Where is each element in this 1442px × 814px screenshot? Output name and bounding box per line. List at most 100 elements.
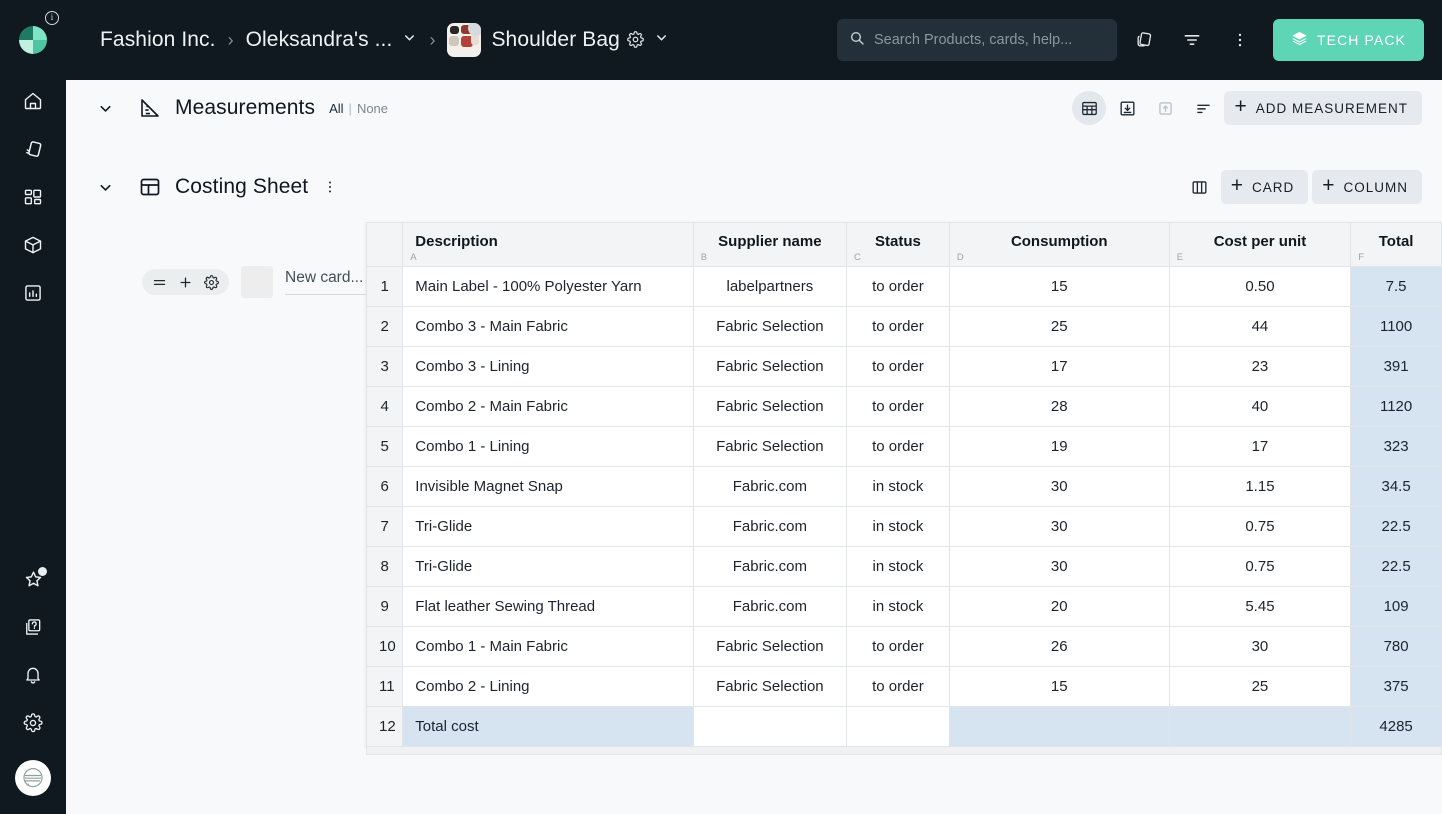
costing-collapse-toggle[interactable]: [88, 170, 122, 204]
cell-supplier[interactable]: Fabric Selection: [692, 666, 848, 707]
cell-supplier[interactable]: Fabric.com: [692, 586, 848, 627]
grid-view-icon[interactable]: [1072, 91, 1107, 125]
cell-supplier[interactable]: Fabric Selection: [692, 306, 848, 347]
cell-supplier[interactable]: Fabric.com: [692, 466, 848, 507]
column-header-total[interactable]: Total F: [1350, 222, 1442, 267]
cell-cost-per-unit[interactable]: 30: [1168, 626, 1352, 667]
cell-consumption[interactable]: 20: [948, 586, 1170, 627]
cell-status[interactable]: to order: [846, 266, 950, 307]
drag-handle-icon[interactable]: [152, 275, 167, 290]
cell-status[interactable]: in stock: [846, 546, 950, 587]
cell-description[interactable]: Total cost: [402, 706, 694, 747]
select-all-link[interactable]: All: [329, 101, 343, 116]
cell-cost-per-unit[interactable]: 23: [1168, 346, 1352, 387]
product-gear-icon[interactable]: [627, 31, 644, 53]
cell-total[interactable]: 109: [1350, 586, 1442, 627]
add-measurement-button[interactable]: + ADD MEASUREMENT: [1224, 91, 1422, 125]
cell-consumption[interactable]: 17: [948, 346, 1170, 387]
cell-total[interactable]: 780: [1350, 626, 1442, 667]
cell-description[interactable]: Flat leather Sewing Thread: [402, 586, 694, 627]
measurements-title[interactable]: Measurements: [175, 96, 315, 120]
cell-total[interactable]: 375: [1350, 666, 1442, 707]
user-avatar[interactable]: [15, 760, 51, 796]
table-row[interactable]: 9 Flat leather Sewing Thread Fabric.com in …: [365, 586, 1442, 627]
sidebar-item-notifications[interactable]: [10, 658, 56, 692]
import-icon[interactable]: [1110, 91, 1144, 125]
column-header-consumption[interactable]: Consumption D: [948, 222, 1170, 267]
product-thumbnail[interactable]: [447, 23, 482, 57]
gear-icon[interactable]: [204, 274, 219, 290]
cell-consumption[interactable]: 28: [948, 386, 1170, 427]
cell-supplier[interactable]: labelpartners: [692, 266, 848, 307]
sidebar-item-reports[interactable]: [10, 276, 56, 310]
table-row[interactable]: 5 Combo 1 - Lining Fabric Selection to orde…: [365, 426, 1442, 467]
cell-cost-per-unit[interactable]: 1.15: [1168, 466, 1352, 507]
table-row[interactable]: 1 Main Label - 100% Polyester Yarn labelpa…: [365, 266, 1442, 307]
cell-total[interactable]: 22.5: [1350, 546, 1442, 587]
sort-icon[interactable]: [1186, 91, 1220, 125]
cell-description[interactable]: Combo 2 - Main Fabric: [402, 386, 694, 427]
cell-total[interactable]: 323: [1350, 426, 1442, 467]
cell-cost-per-unit[interactable]: 0.75: [1168, 546, 1352, 587]
add-card-button[interactable]: + CARD: [1220, 170, 1309, 204]
new-card-image-placeholder[interactable]: [241, 266, 273, 298]
table-row[interactable]: 6 Invisible Magnet Snap Fabric.com in stock…: [365, 466, 1442, 507]
duplicate-icon[interactable]: [1123, 19, 1165, 61]
export-icon[interactable]: [1148, 91, 1182, 125]
new-card-input[interactable]: New card...: [285, 269, 366, 295]
cell-consumption[interactable]: 15: [948, 266, 1170, 307]
cell-description[interactable]: Combo 3 - Lining: [402, 346, 694, 387]
cell-description[interactable]: Tri-Glide: [402, 506, 694, 547]
cell-cost-per-unit[interactable]: 40: [1168, 386, 1352, 427]
cell-cost-per-unit[interactable]: 44: [1168, 306, 1352, 347]
tech-pack-button[interactable]: TECH PACK: [1273, 19, 1424, 61]
table-row[interactable]: 4 Combo 2 - Main Fabric Fabric Selection to…: [365, 386, 1442, 427]
column-header-supplier-name[interactable]: Supplier name B: [692, 222, 848, 267]
breadcrumb-item-product[interactable]: Shoulder Bag: [491, 28, 619, 52]
cell-cost-per-unit[interactable]: [1168, 706, 1352, 747]
cell-consumption[interactable]: 30: [948, 546, 1170, 587]
cell-cost-per-unit[interactable]: 0.75: [1168, 506, 1352, 547]
cell-consumption[interactable]: 26: [948, 626, 1170, 667]
measurements-collapse-toggle[interactable]: [88, 91, 122, 125]
product-chevron-down-icon[interactable]: [654, 30, 669, 50]
cell-consumption[interactable]: 25: [948, 306, 1170, 347]
more-vertical-icon[interactable]: [1219, 19, 1261, 61]
column-header-cost-per-unit[interactable]: Cost per unit E: [1168, 222, 1352, 267]
cell-consumption[interactable]: 30: [948, 506, 1170, 547]
app-logo[interactable]: i: [0, 0, 66, 80]
cell-consumption[interactable]: [948, 706, 1170, 747]
cell-consumption[interactable]: 15: [948, 666, 1170, 707]
table-row-total[interactable]: 12 Total cost 4285: [365, 706, 1442, 747]
cell-supplier[interactable]: Fabric Selection: [692, 346, 848, 387]
cell-cost-per-unit[interactable]: 25: [1168, 666, 1352, 707]
cell-status[interactable]: to order: [846, 426, 950, 467]
cell-status[interactable]: to order: [846, 626, 950, 667]
sidebar-item-fabrics[interactable]: [10, 132, 56, 166]
cell-status[interactable]: to order: [846, 666, 950, 707]
sidebar-item-home[interactable]: [10, 84, 56, 118]
select-none-link[interactable]: None: [357, 101, 388, 116]
cell-consumption[interactable]: 19: [948, 426, 1170, 467]
table-row[interactable]: 2 Combo 3 - Main Fabric Fabric Selection to…: [365, 306, 1442, 347]
column-header-status[interactable]: Status C: [846, 222, 950, 267]
cell-total[interactable]: 4285: [1350, 706, 1442, 747]
table-row[interactable]: 8 Tri-Glide Fabric.com in stock 30 0.75 22.5: [365, 546, 1442, 587]
table-row[interactable]: 7 Tri-Glide Fabric.com in stock 30 0.75 22.5: [365, 506, 1442, 547]
sidebar-item-favorites[interactable]: [10, 562, 56, 596]
cell-total[interactable]: 34.5: [1350, 466, 1442, 507]
cell-supplier[interactable]: Fabric Selection: [692, 426, 848, 467]
columns-icon[interactable]: [1183, 170, 1217, 204]
cell-status[interactable]: to order: [846, 346, 950, 387]
cell-description[interactable]: Invisible Magnet Snap: [402, 466, 694, 507]
cell-status[interactable]: [846, 706, 950, 747]
cell-status[interactable]: to order: [846, 306, 950, 347]
sidebar-item-help[interactable]: [10, 610, 56, 644]
breadcrumb-item-collection[interactable]: Oleksandra's ...: [246, 28, 393, 52]
column-header-description[interactable]: Description A: [402, 222, 694, 267]
cell-description[interactable]: Combo 1 - Main Fabric: [402, 626, 694, 667]
cell-total[interactable]: 7.5: [1350, 266, 1442, 307]
filter-icon[interactable]: [1171, 19, 1213, 61]
cell-supplier[interactable]: Fabric Selection: [692, 626, 848, 667]
cell-cost-per-unit[interactable]: 5.45: [1168, 586, 1352, 627]
